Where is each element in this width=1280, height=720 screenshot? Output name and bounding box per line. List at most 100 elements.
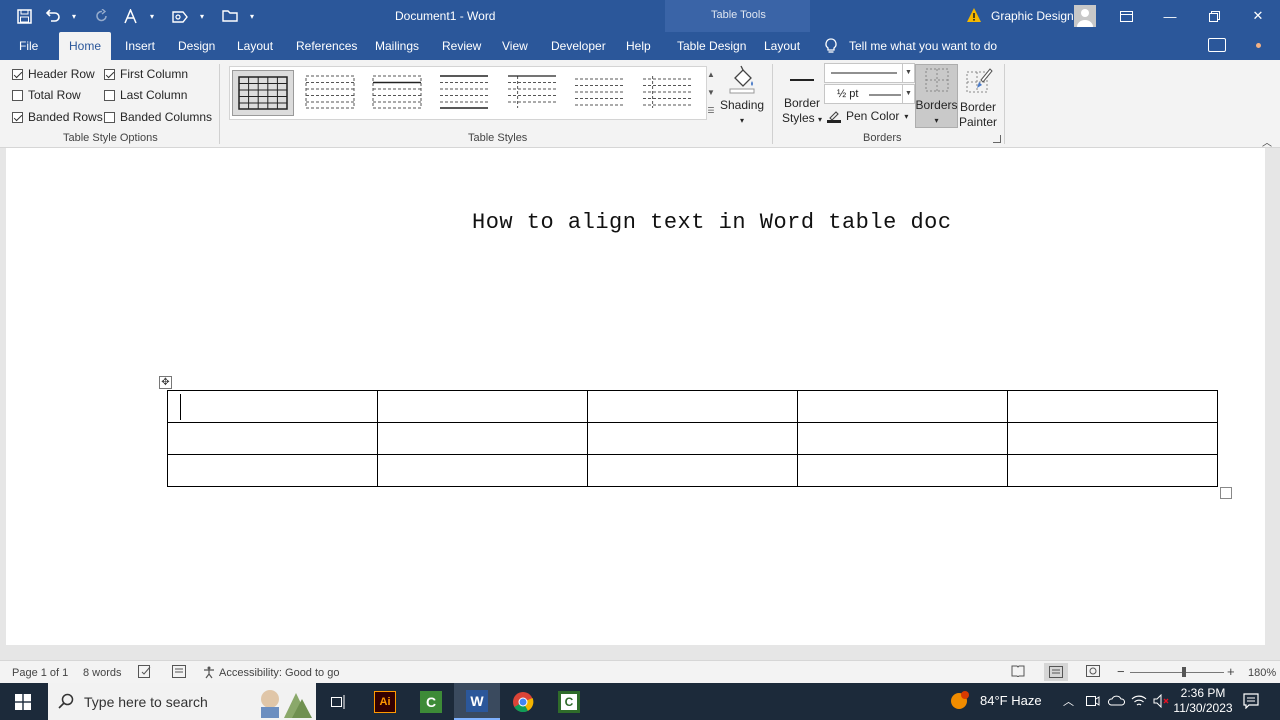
onedrive-icon[interactable] bbox=[1107, 694, 1126, 709]
border-painter-button[interactable]: Border Painter bbox=[958, 66, 998, 130]
shading-button[interactable]: Shading ▾ bbox=[720, 64, 764, 128]
checkbox-box[interactable] bbox=[12, 111, 23, 123]
table-cell[interactable] bbox=[377, 454, 588, 487]
gallery-up-icon[interactable]: ▲ bbox=[705, 66, 717, 84]
text-effects-icon[interactable] bbox=[120, 6, 140, 26]
line-weight-dropdown[interactable]: ½ pt ▼ bbox=[824, 84, 915, 104]
gallery-more-icon[interactable]: ☰ bbox=[705, 102, 717, 120]
minimize-icon[interactable]: — bbox=[1148, 0, 1192, 32]
table-style-grid[interactable] bbox=[232, 70, 294, 116]
header-row-checkbox[interactable]: Header Row bbox=[12, 67, 95, 81]
shapes-dropdown-icon[interactable]: ▾ bbox=[192, 6, 212, 26]
table-cell[interactable] bbox=[1007, 422, 1218, 455]
checkbox-box[interactable] bbox=[104, 89, 115, 101]
accessibility-status[interactable]: Accessibility: Good to go bbox=[219, 667, 339, 679]
tab-table-layout[interactable]: Layout bbox=[764, 39, 800, 53]
undo-dropdown-icon[interactable]: ▾ bbox=[64, 6, 84, 26]
illustrator-app-icon[interactable]: Ai bbox=[362, 683, 408, 720]
zoom-slider-thumb[interactable] bbox=[1182, 667, 1186, 677]
read-mode-icon[interactable] bbox=[1011, 665, 1025, 680]
tab-home[interactable]: Home bbox=[59, 32, 112, 60]
table-cell[interactable] bbox=[587, 454, 798, 487]
table-cell[interactable] bbox=[587, 390, 798, 423]
table-move-handle-icon[interactable]: ✥ bbox=[159, 376, 172, 389]
gallery-down-icon[interactable]: ▼ bbox=[705, 84, 717, 102]
border-styles-button[interactable]: Border Styles ▾ bbox=[780, 68, 824, 127]
table-cell[interactable] bbox=[167, 422, 378, 455]
tab-design[interactable]: Design bbox=[178, 39, 215, 53]
tab-view[interactable]: View bbox=[502, 39, 528, 53]
ribbon-display-options-icon[interactable] bbox=[1104, 0, 1148, 32]
proofing-icon[interactable] bbox=[138, 665, 152, 681]
shapes-icon[interactable] bbox=[170, 6, 190, 26]
tab-review[interactable]: Review bbox=[442, 39, 481, 53]
table-cell[interactable] bbox=[797, 422, 1008, 455]
checkbox-box[interactable] bbox=[104, 68, 115, 80]
first-column-checkbox[interactable]: First Column bbox=[104, 67, 188, 81]
table-style-plain-1[interactable] bbox=[300, 70, 362, 116]
macro-record-icon[interactable] bbox=[172, 665, 186, 681]
table-cell[interactable] bbox=[377, 422, 588, 455]
borders-dialog-launcher-icon[interactable] bbox=[993, 135, 1001, 143]
zoom-in-icon[interactable]: + bbox=[1227, 664, 1235, 679]
print-layout-icon[interactable] bbox=[1044, 663, 1068, 681]
zoom-slider[interactable] bbox=[1130, 672, 1224, 673]
table-style-plain-2[interactable] bbox=[367, 70, 429, 116]
taskbar-search[interactable]: Type here to search bbox=[48, 683, 316, 720]
zoom-out-icon[interactable]: − bbox=[1117, 664, 1125, 679]
zoom-level[interactable]: 180% bbox=[1248, 667, 1276, 679]
table-cell[interactable] bbox=[797, 454, 1008, 487]
web-layout-icon[interactable] bbox=[1086, 665, 1100, 680]
table-cell[interactable] bbox=[167, 390, 378, 423]
text-effects-dropdown-icon[interactable]: ▾ bbox=[142, 6, 162, 26]
undo-icon[interactable] bbox=[42, 6, 62, 26]
tell-me-search[interactable]: Tell me what you want to do bbox=[849, 39, 997, 53]
document-heading[interactable]: How to align text in Word table doc bbox=[472, 210, 952, 235]
line-style-dropdown[interactable]: ▼ bbox=[824, 63, 915, 83]
tab-references[interactable]: References bbox=[296, 39, 357, 53]
banded-rows-checkbox[interactable]: Banded Rows bbox=[12, 110, 103, 124]
show-hidden-icons-icon[interactable]: ︿ bbox=[1063, 693, 1074, 709]
tab-table-design[interactable]: Table Design bbox=[677, 39, 746, 53]
camtasia-app-icon-1[interactable]: C bbox=[408, 683, 454, 720]
table-style-plain-5[interactable] bbox=[569, 70, 631, 116]
total-row-checkbox[interactable]: Total Row bbox=[12, 88, 81, 102]
redo-icon[interactable] bbox=[92, 6, 112, 26]
customize-qat-icon[interactable]: ▾ bbox=[242, 6, 262, 26]
document-page[interactable]: How to align text in Word table doc ✥ bbox=[6, 148, 1265, 645]
tab-file[interactable]: File bbox=[19, 39, 38, 53]
word-count[interactable]: 8 words bbox=[83, 667, 122, 679]
banded-columns-checkbox[interactable]: Banded Columns bbox=[104, 110, 212, 124]
warning-icon[interactable] bbox=[966, 7, 982, 23]
tab-developer[interactable]: Developer bbox=[551, 39, 606, 53]
meet-now-icon[interactable] bbox=[1086, 694, 1100, 711]
borders-button-content[interactable]: Borders ▾ bbox=[915, 66, 958, 128]
table-cell[interactable] bbox=[377, 390, 588, 423]
checkbox-box[interactable] bbox=[104, 111, 115, 123]
table-resize-handle[interactable] bbox=[1220, 487, 1232, 499]
save-icon[interactable] bbox=[14, 6, 34, 26]
last-column-checkbox[interactable]: Last Column bbox=[104, 88, 187, 102]
table-cell[interactable] bbox=[1007, 390, 1218, 423]
pen-color-button[interactable]: Pen Color ▾ bbox=[827, 109, 908, 123]
table-style-plain-6[interactable] bbox=[637, 70, 699, 116]
table-style-plain-3[interactable] bbox=[434, 70, 496, 116]
open-folder-icon[interactable] bbox=[220, 6, 240, 26]
chrome-app-icon[interactable] bbox=[500, 683, 546, 720]
table-cell[interactable] bbox=[587, 422, 798, 455]
tab-layout[interactable]: Layout bbox=[237, 39, 273, 53]
tab-help[interactable]: Help bbox=[626, 39, 651, 53]
table-style-plain-4[interactable] bbox=[502, 70, 564, 116]
comments-icon[interactable] bbox=[1208, 38, 1226, 52]
tab-insert[interactable]: Insert bbox=[125, 39, 155, 53]
restore-icon[interactable] bbox=[1192, 0, 1236, 32]
account-name[interactable]: Graphic Design bbox=[991, 9, 1074, 23]
checkbox-box[interactable] bbox=[12, 68, 23, 80]
table-cell[interactable] bbox=[167, 454, 378, 487]
collapse-ribbon-icon[interactable]: ︿ bbox=[1262, 134, 1272, 149]
windows-start-icon[interactable] bbox=[0, 683, 46, 720]
camtasia-app-icon-2[interactable]: C bbox=[546, 683, 592, 720]
account-avatar[interactable] bbox=[1074, 5, 1096, 27]
table-cell[interactable] bbox=[797, 390, 1008, 423]
checkbox-box[interactable] bbox=[12, 89, 23, 101]
